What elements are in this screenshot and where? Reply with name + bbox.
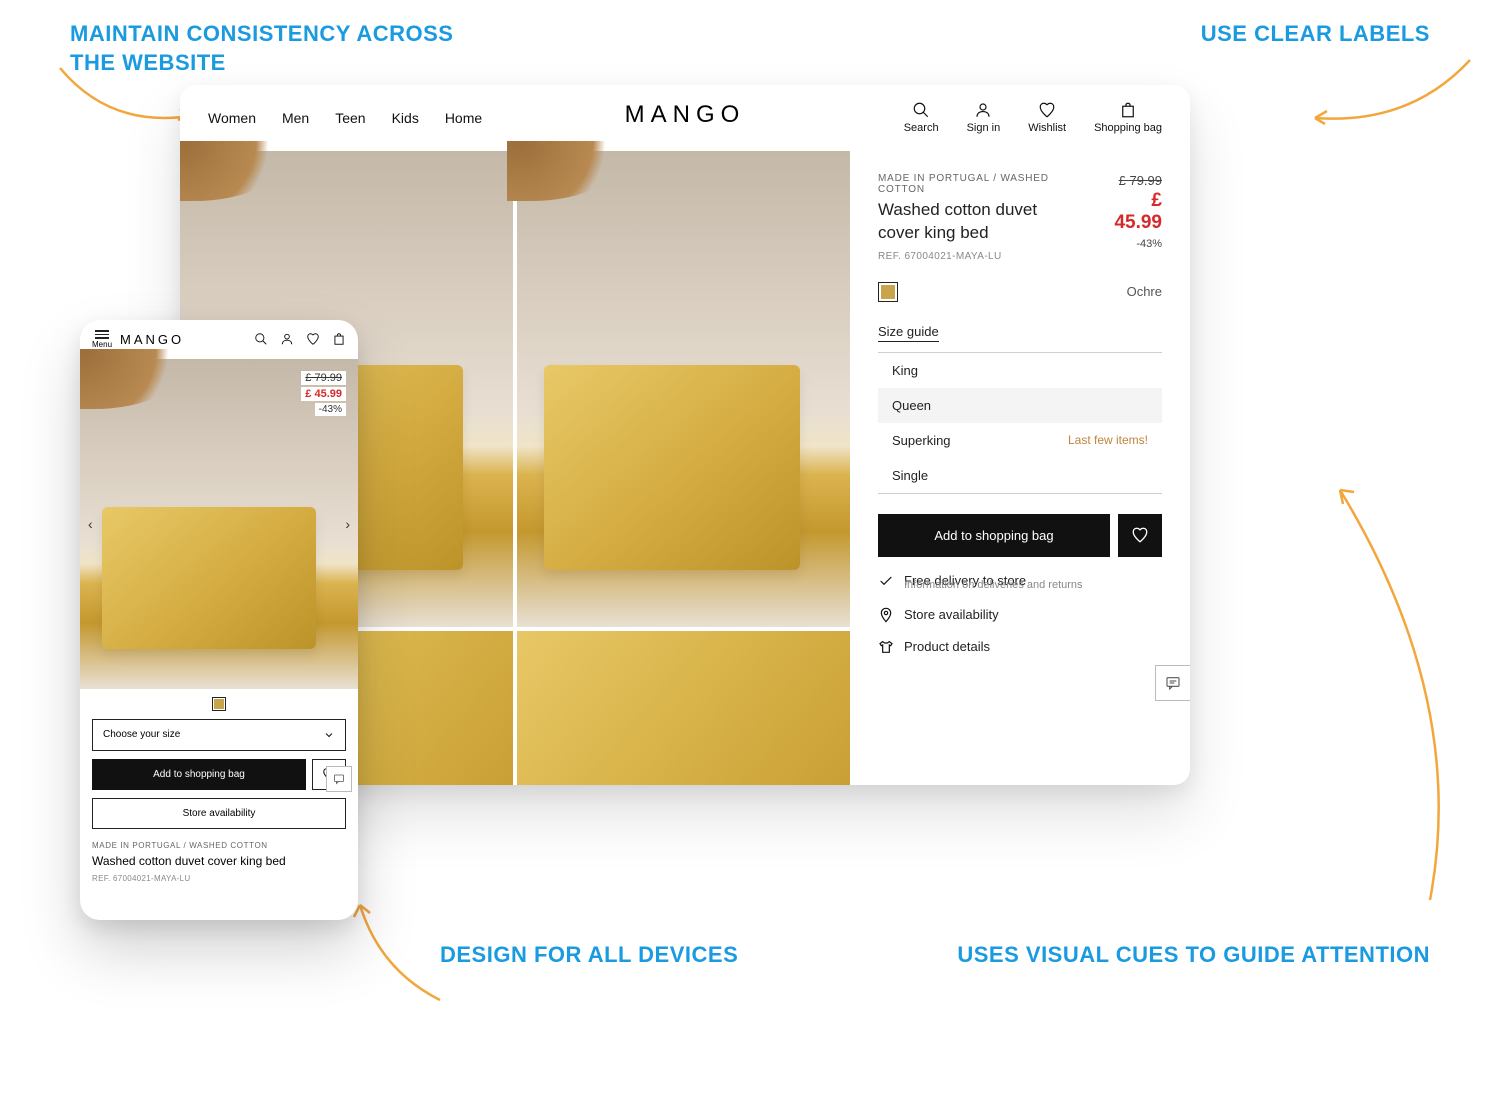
search-icon[interactable]	[254, 332, 268, 346]
action-label: Search	[904, 122, 939, 134]
price-overlay: £ 79.99 £ 45.99 -43%	[297, 367, 350, 420]
product-image[interactable]	[517, 151, 850, 627]
action-label: Shopping bag	[1094, 122, 1162, 134]
nav-item[interactable]: Kids	[392, 110, 419, 126]
nav-item[interactable]: Home	[445, 110, 482, 126]
price-original: £ 79.99	[1101, 173, 1162, 188]
size-option[interactable]: Queen	[878, 388, 1162, 423]
bag-icon	[1119, 101, 1137, 119]
annotation-arrow	[1300, 50, 1480, 140]
size-guide-link[interactable]: Size guide	[878, 324, 939, 342]
heart-icon	[1038, 101, 1056, 119]
chat-icon	[1165, 675, 1181, 691]
size-label: Single	[892, 468, 928, 483]
brand-logo[interactable]: MANGO	[625, 101, 746, 129]
price-sale: £ 45.99	[301, 387, 346, 401]
product-ref: REF. 67004021-MAYA-LU	[878, 251, 1089, 262]
location-icon	[878, 607, 894, 623]
product-title: Washed cotton duvet cover king bed	[92, 854, 346, 868]
action-label: Sign in	[967, 122, 1001, 134]
header-actions: Search Sign in Wishlist Shopping bag	[904, 101, 1162, 134]
nav-item[interactable]: Men	[282, 110, 309, 126]
info-label: Store availability	[904, 607, 999, 622]
product-panel: MADE IN PORTUGAL / WASHED COTTON Washed …	[850, 151, 1190, 785]
annotation-callout: USE CLEAR LABELS	[1201, 20, 1430, 49]
add-to-bag-button[interactable]: Add to shopping bag	[878, 514, 1110, 557]
check-icon	[878, 573, 894, 589]
size-list: King Queen Superking Last few items! Sin…	[878, 352, 1162, 494]
price-discount: -43%	[1101, 238, 1162, 250]
store-availability-link[interactable]: Store availability	[878, 607, 1162, 623]
annotation-callout: MAINTAIN CONSISTENCY ACROSS THE WEBSITE	[70, 20, 470, 77]
hamburger-icon	[95, 330, 109, 339]
action-label: Wishlist	[1028, 122, 1066, 134]
product-image[interactable]	[517, 631, 850, 785]
main-nav: Women Men Teen Kids Home	[208, 110, 482, 126]
delivery-sub: Information on deliveries and returns	[904, 579, 1162, 591]
wishlist-toggle[interactable]	[1118, 514, 1162, 557]
store-availability-button[interactable]: Store availability	[92, 798, 346, 829]
price-block: £ 79.99 £ 45.99 -43%	[1101, 173, 1162, 250]
add-to-bag-button[interactable]: Add to shopping bag	[92, 759, 306, 790]
product-tag: MADE IN PORTUGAL / WASHED COTTON	[92, 841, 346, 850]
brand-logo[interactable]: MANGO	[120, 332, 184, 347]
nav-item[interactable]: Teen	[335, 110, 365, 126]
search-icon	[912, 101, 930, 119]
mobile-product-meta: MADE IN PORTUGAL / WASHED COTTON Washed …	[80, 829, 358, 883]
bag-icon[interactable]	[332, 332, 346, 346]
size-option[interactable]: King	[878, 353, 1162, 388]
shirt-icon	[878, 639, 894, 655]
user-icon	[974, 101, 992, 119]
wishlist-button[interactable]: Wishlist	[1028, 101, 1066, 134]
heart-icon[interactable]	[306, 332, 320, 346]
size-select-label: Choose your size	[103, 729, 180, 740]
price-original: £ 79.99	[301, 371, 346, 385]
user-icon[interactable]	[280, 332, 294, 346]
header-bar: Women Men Teen Kids Home MANGO Search Si…	[180, 85, 1190, 151]
product-details-link[interactable]: Product details	[878, 639, 1162, 655]
size-label: Superking	[892, 433, 951, 448]
size-option[interactable]: Single	[878, 458, 1162, 493]
product-ref: REF. 67004021-MAYA-LU	[92, 874, 346, 883]
chevron-down-icon	[323, 729, 335, 741]
product-title: Washed cotton duvet cover king bed	[878, 199, 1048, 245]
annotation-callout: USES VISUAL CUES TO GUIDE ATTENTION	[957, 941, 1430, 970]
size-note: Last few items!	[1068, 433, 1148, 447]
size-label: King	[892, 363, 918, 378]
size-label: Queen	[892, 398, 931, 413]
menu-button[interactable]: Menu	[92, 330, 112, 349]
mobile-product-image[interactable]: £ 79.99 £ 45.99 -43% ‹ ›	[80, 359, 358, 689]
price-discount: -43%	[315, 403, 346, 416]
carousel-next[interactable]: ›	[339, 510, 356, 538]
price-sale: £ 45.99	[1101, 190, 1162, 234]
size-select[interactable]: Choose your size	[92, 719, 346, 751]
size-option[interactable]: Superking Last few items!	[878, 423, 1162, 458]
info-label: Product details	[904, 639, 990, 654]
search-button[interactable]: Search	[904, 101, 939, 134]
heart-icon	[1131, 526, 1149, 544]
annotation-arrow	[1300, 470, 1470, 910]
mobile-window: Menu MANGO £ 79.99 £ 45.99 -43% ‹ › Choo…	[80, 320, 358, 920]
color-swatch[interactable]	[878, 282, 898, 302]
product-tag: MADE IN PORTUGAL / WASHED COTTON	[878, 173, 1089, 195]
color-name: Ochre	[1127, 284, 1162, 299]
carousel-prev[interactable]: ‹	[82, 510, 99, 538]
chat-icon	[333, 773, 345, 785]
bag-button[interactable]: Shopping bag	[1094, 101, 1162, 134]
chat-button[interactable]	[1155, 665, 1190, 701]
annotation-callout: DESIGN FOR ALL DEVICES	[440, 941, 738, 970]
color-swatch[interactable]	[212, 697, 226, 711]
menu-label: Menu	[92, 340, 112, 349]
nav-item[interactable]: Women	[208, 110, 256, 126]
chat-button[interactable]	[326, 766, 352, 792]
signin-button[interactable]: Sign in	[967, 101, 1001, 134]
